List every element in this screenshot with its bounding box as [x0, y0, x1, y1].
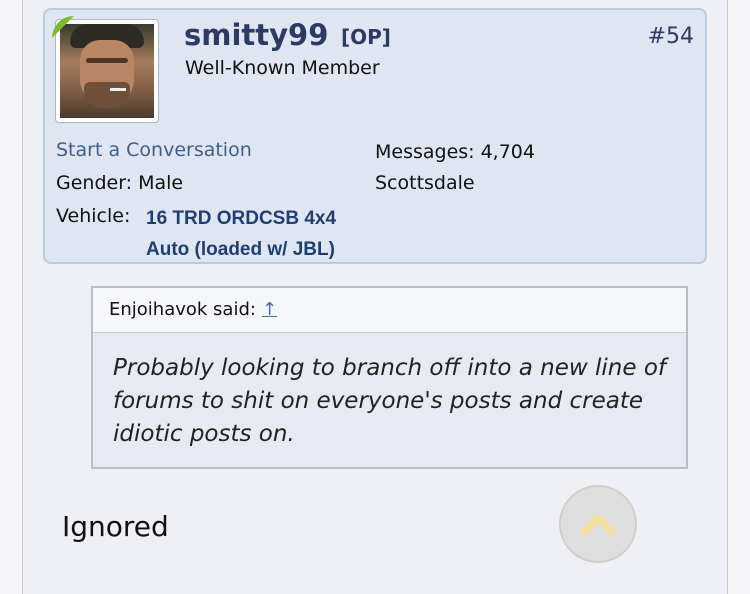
- gender-label: Gender:: [56, 172, 133, 194]
- vehicle-line-2: Auto (loaded w/ JBL): [146, 239, 335, 260]
- messages-field: Messages: 4,704: [375, 141, 535, 163]
- avatar-image: [60, 24, 154, 118]
- gender-value: Male: [138, 172, 184, 194]
- user-title: Well-Known Member: [185, 57, 380, 79]
- chevron-up-icon: [581, 514, 615, 536]
- post-number-link[interactable]: #54: [648, 24, 694, 49]
- ignored-notice: Ignored: [62, 510, 169, 543]
- vehicle-value[interactable]: 16 TRD ORDCSB 4x4 Auto (loaded w/ JBL): [146, 203, 336, 265]
- jump-to-quote-link[interactable]: ↑: [262, 299, 277, 320]
- messages-value: 4,704: [480, 141, 535, 163]
- user-avatar[interactable]: [55, 19, 159, 123]
- username-link[interactable]: smitty99: [184, 18, 328, 52]
- messages-label: Messages:: [375, 141, 475, 163]
- scroll-to-top-button[interactable]: [559, 485, 637, 563]
- right-page-edge: [727, 0, 750, 594]
- quote-attribution: Enjoihavok said: ↑: [109, 299, 277, 320]
- gender-field: Gender: Male: [56, 172, 183, 194]
- location-value: Scottsdale: [375, 172, 475, 194]
- start-conversation-link[interactable]: Start a Conversation: [56, 139, 252, 161]
- left-page-edge: [0, 0, 23, 594]
- quote-text: Probably looking to branch off into a ne…: [113, 355, 666, 447]
- vehicle-line-1: 16 TRD ORDCSB 4x4: [146, 208, 337, 229]
- vehicle-label: Vehicle:: [56, 205, 131, 227]
- quote-block: Enjoihavok said: ↑ Probably looking to br…: [91, 286, 688, 469]
- quote-author: Enjoihavok said:: [109, 299, 256, 320]
- op-badge: [OP]: [341, 25, 391, 49]
- quote-header: Enjoihavok said: ↑: [93, 288, 686, 333]
